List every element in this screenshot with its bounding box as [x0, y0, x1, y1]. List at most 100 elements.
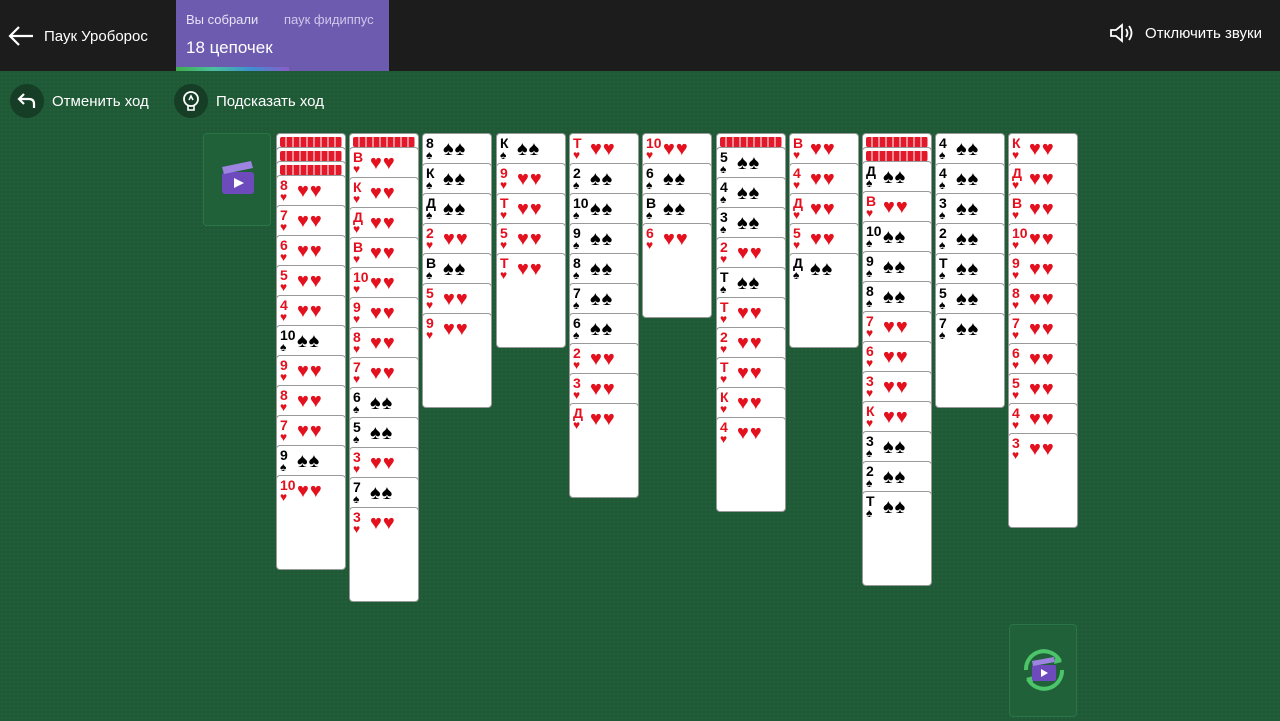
card-pips: ♥♥ [737, 302, 763, 324]
card-pips: ♠♠ [956, 138, 980, 160]
card-pips: ♥♥ [370, 152, 396, 174]
card-pips: ♠♠ [297, 450, 321, 472]
heart-icon: ♥ [353, 522, 361, 536]
spade-icon: ♠ [866, 266, 873, 280]
card-pips: ♠♠ [956, 198, 980, 220]
spade-icon: ♠ [353, 402, 360, 416]
card-pips: ♠♠ [956, 168, 980, 190]
heart-icon: ♥ [1012, 208, 1020, 222]
heart-icon: ♥ [720, 342, 728, 356]
card-pips: ♠♠ [883, 436, 907, 458]
spade-icon: ♠ [573, 208, 580, 222]
spade-icon: ♠ [280, 340, 287, 354]
heart-icon: ♥ [573, 358, 581, 372]
card-pips: ♥♥ [883, 376, 909, 398]
heart-icon: ♥ [720, 252, 728, 266]
heart-icon: ♥ [720, 312, 728, 326]
speaker-icon [1110, 23, 1133, 43]
playing-card[interactable]: Т ♥ ♥♥ [496, 253, 566, 348]
card-pips: ♠♠ [883, 166, 907, 188]
card-pips: ♥♥ [443, 318, 469, 340]
playing-card[interactable]: 7 ♠ ♠♠ [935, 313, 1005, 408]
card-pips: ♠♠ [590, 258, 614, 280]
heart-icon: ♥ [1012, 298, 1020, 312]
playing-card[interactable]: 3 ♥ ♥♥ [349, 507, 419, 602]
collected-label: Вы собрали [186, 12, 259, 27]
card-pips: ♥♥ [517, 198, 543, 220]
heart-icon: ♥ [866, 206, 874, 220]
heart-icon: ♥ [353, 282, 361, 296]
card-pips: ♥♥ [370, 272, 396, 294]
heart-icon: ♥ [426, 328, 434, 342]
undo-button[interactable]: Отменить ход [10, 84, 149, 118]
card-pips: ♥♥ [810, 198, 836, 220]
spade-icon: ♠ [646, 178, 653, 192]
heart-icon: ♥ [280, 370, 288, 384]
playing-card[interactable]: 10 ♥ ♥♥ [276, 475, 346, 570]
heart-icon: ♥ [280, 490, 288, 504]
playing-card[interactable]: 9 ♥ ♥♥ [422, 313, 492, 408]
card-pips: ♥♥ [737, 362, 763, 384]
card-pips: ♥♥ [1029, 438, 1055, 460]
card-pips: ♥♥ [370, 302, 396, 324]
card-pips: ♥♥ [1029, 168, 1055, 190]
heart-icon: ♥ [793, 238, 801, 252]
heart-icon: ♥ [353, 192, 361, 206]
card-pips: ♥♥ [443, 288, 469, 310]
card-pips: ♠♠ [663, 198, 687, 220]
spade-icon: ♠ [720, 162, 727, 176]
video-reward-slot[interactable] [203, 133, 271, 226]
heart-icon: ♥ [573, 388, 581, 402]
heart-icon: ♥ [353, 162, 361, 176]
playing-card[interactable]: 4 ♥ ♥♥ [716, 417, 786, 512]
playing-card[interactable]: Д ♥ ♥♥ [569, 403, 639, 498]
heart-icon: ♥ [793, 148, 801, 162]
heart-icon: ♥ [500, 238, 508, 252]
mute-sound-label: Отключить звуки [1145, 24, 1262, 42]
card-pips: ♥♥ [297, 240, 323, 262]
playing-card[interactable]: 3 ♥ ♥♥ [1008, 433, 1078, 528]
card-pips: ♠♠ [590, 288, 614, 310]
stock-deal-pile[interactable] [1009, 624, 1077, 717]
heart-icon: ♥ [866, 386, 874, 400]
card-pips: ♥♥ [1029, 348, 1055, 370]
spade-icon: ♠ [573, 238, 580, 252]
heart-icon: ♥ [573, 148, 581, 162]
arrow-left-icon [8, 26, 33, 46]
back-button[interactable]: Паук Уроборос [8, 20, 148, 52]
card-pips: ♥♥ [297, 210, 323, 232]
spade-icon: ♠ [573, 268, 580, 282]
spade-icon: ♠ [939, 148, 946, 162]
heart-icon: ♥ [646, 148, 654, 162]
heart-icon: ♥ [353, 222, 361, 236]
card-pips: ♥♥ [297, 390, 323, 412]
spade-icon: ♠ [426, 148, 433, 162]
card-pips: ♥♥ [590, 378, 616, 400]
playing-card[interactable]: 6 ♥ ♥♥ [642, 223, 712, 318]
game-name: паук фидиппус [284, 12, 374, 27]
card-pips: ♠♠ [956, 228, 980, 250]
card-pips: ♥♥ [590, 408, 616, 430]
card-pips: ♥♥ [297, 480, 323, 502]
spade-icon: ♠ [426, 268, 433, 282]
card-pips: ♥♥ [810, 168, 836, 190]
recycle-video-icon [1023, 649, 1065, 691]
hint-button[interactable]: Подсказать ход [174, 84, 324, 118]
mute-sound-button[interactable]: Отключить звуки [1109, 22, 1262, 44]
heart-icon: ♥ [1012, 448, 1020, 462]
playing-card[interactable]: Т ♠ ♠♠ [862, 491, 932, 586]
card-pips: ♥♥ [1029, 408, 1055, 430]
card-pips: ♠♠ [883, 466, 907, 488]
heart-icon: ♥ [353, 342, 361, 356]
playing-card[interactable]: Д ♠ ♠♠ [789, 253, 859, 348]
spade-icon: ♠ [793, 268, 800, 282]
score-panel: Вы собрали паук фидиппус 18 цепочек [176, 0, 389, 71]
heart-icon: ♥ [720, 432, 728, 446]
heart-icon: ♥ [1012, 268, 1020, 282]
spade-icon: ♠ [573, 298, 580, 312]
spade-icon: ♠ [939, 208, 946, 222]
spade-icon: ♠ [720, 282, 727, 296]
card-pips: ♠♠ [590, 168, 614, 190]
heart-icon: ♥ [500, 208, 508, 222]
heart-icon: ♥ [866, 416, 874, 430]
